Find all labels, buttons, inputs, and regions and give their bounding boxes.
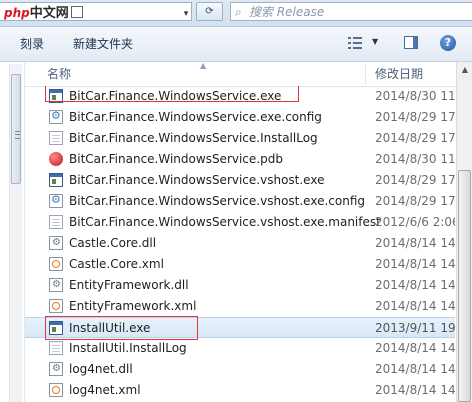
- file-date-modified: 2014/8/29 17: [375, 173, 455, 187]
- navigation-scroll-thumb[interactable]: [11, 74, 21, 184]
- file-date-modified: 2014/8/14 14: [375, 341, 455, 355]
- file-name: InstallUtil.InstallLog: [69, 341, 187, 355]
- config-icon: [49, 109, 63, 124]
- file-date-modified: 2014/8/14 14: [375, 362, 455, 376]
- file-row[interactable]: log4net.xml 2014/8/14 14: [25, 380, 455, 401]
- preview-pane-icon[interactable]: [404, 36, 418, 49]
- search-input[interactable]: ⌕ 搜索 Release: [230, 2, 472, 21]
- dll-icon: [49, 278, 63, 292]
- exe-icon: [49, 173, 63, 187]
- view-options-icon[interactable]: [348, 36, 362, 50]
- address-field[interactable]: php中文网 ▾: [0, 2, 192, 21]
- scroll-thumb[interactable]: [458, 170, 471, 402]
- file-row[interactable]: BitCar.Finance.WindowsService.vshost.exe…: [25, 170, 455, 191]
- file-date-modified: 2014/8/30 11: [375, 89, 455, 103]
- help-icon[interactable]: ?: [440, 35, 456, 51]
- dll-icon: [49, 236, 63, 250]
- file-list: BitCar.Finance.WindowsService.exe 2014/8/…: [25, 86, 455, 402]
- file-name: Castle.Core.dll: [69, 236, 157, 250]
- file-row[interactable]: Castle.Core.dll 2014/8/14 14: [25, 233, 455, 254]
- file-row[interactable]: BitCar.Finance.WindowsService.exe.config…: [25, 107, 455, 128]
- file-name: log4net.xml: [69, 383, 141, 397]
- file-row[interactable]: EntityFramework.xml 2014/8/14 14: [25, 296, 455, 317]
- file-name: BitCar.Finance.WindowsService.exe.config: [69, 110, 322, 124]
- file-row[interactable]: InstallUtil.InstallLog 2014/8/14 14: [25, 338, 455, 359]
- folder-icon: [70, 6, 83, 18]
- column-date-modified[interactable]: 修改日期: [375, 66, 423, 82]
- dll-icon: [49, 362, 63, 376]
- file-date-modified: 2013/9/11 19: [375, 321, 455, 335]
- column-header: ▲ 名称 修改日期: [25, 61, 456, 87]
- refresh-button[interactable]: ⟳: [196, 2, 223, 21]
- file-row[interactable]: BitCar.Finance.WindowsService.vshost.exe…: [25, 212, 455, 233]
- file-row[interactable]: BitCar.Finance.WindowsService.InstallLog…: [25, 128, 455, 149]
- file-date-modified: 2014/8/29 17: [375, 110, 455, 124]
- file-row[interactable]: log4net.dll 2014/8/14 14: [25, 359, 455, 380]
- file-date-modified: 2014/8/29 17: [375, 194, 455, 208]
- file-name: EntityFramework.dll: [69, 278, 189, 292]
- file-name: log4net.dll: [69, 362, 133, 376]
- document-icon: [49, 215, 63, 229]
- file-date-modified: 2014/8/30 11: [375, 152, 455, 166]
- file-row[interactable]: BitCar.Finance.WindowsService.pdb 2014/8/…: [25, 149, 455, 170]
- file-name: InstallUtil.exe: [69, 321, 151, 335]
- file-date-modified: 2014/8/14 14: [375, 278, 455, 292]
- file-name: BitCar.Finance.WindowsService.pdb: [69, 152, 283, 166]
- file-list-scrollbar[interactable]: ▲: [456, 62, 472, 402]
- file-row[interactable]: EntityFramework.dll 2014/8/14 14: [25, 275, 455, 296]
- chevron-down-icon[interactable]: ▼: [372, 37, 378, 46]
- document-icon: [49, 131, 63, 145]
- exe-icon: [49, 89, 63, 103]
- refresh-icon: ⟳: [205, 6, 214, 17]
- grip-icon: [15, 131, 20, 139]
- file-date-modified: 2014/8/29 17: [375, 131, 455, 145]
- xml-icon: [49, 257, 63, 271]
- file-date-modified: 2014/8/14 14: [375, 383, 455, 397]
- file-name: BitCar.Finance.WindowsService.InstallLog: [69, 131, 318, 145]
- config-icon: [49, 193, 63, 208]
- chevron-down-icon[interactable]: ▾: [181, 6, 191, 22]
- xml-icon: [49, 383, 63, 397]
- file-date-modified: 2014/8/14 14: [375, 236, 455, 250]
- exe-icon: [49, 321, 63, 335]
- new-folder-button[interactable]: 新建文件夹: [73, 36, 133, 52]
- file-date-modified: 2014/8/14 14: [375, 299, 455, 313]
- address-bar: php中文网 ▾ ⟳ ⌕ 搜索 Release: [0, 0, 472, 27]
- site-logo: php中文网: [4, 4, 83, 23]
- sort-ascending-icon: ▲: [200, 61, 207, 70]
- scroll-up-icon[interactable]: ▲: [457, 62, 472, 78]
- burn-button[interactable]: 刻录: [20, 36, 44, 52]
- file-name: Castle.Core.xml: [69, 257, 164, 271]
- file-row[interactable]: BitCar.Finance.WindowsService.vshost.exe…: [25, 191, 455, 212]
- file-name: BitCar.Finance.WindowsService.exe: [69, 89, 282, 103]
- command-bar: 刻录 新建文件夹 ▼ ?: [0, 27, 472, 62]
- file-date-modified: 2012/6/6 2:06: [375, 215, 455, 229]
- file-row[interactable]: Castle.Core.xml 2014/8/14 14: [25, 254, 455, 275]
- file-name: EntityFramework.xml: [69, 299, 197, 313]
- navigation-scrollbar[interactable]: [9, 64, 22, 402]
- file-name: BitCar.Finance.WindowsService.vshost.exe…: [69, 194, 365, 208]
- column-name[interactable]: 名称: [47, 66, 71, 82]
- search-icon: ⌕: [235, 5, 242, 19]
- file-name: BitCar.Finance.WindowsService.vshost.exe…: [69, 215, 381, 229]
- file-date-modified: 2014/8/14 14: [375, 257, 455, 271]
- column-divider[interactable]: [365, 64, 366, 84]
- xml-icon: [49, 299, 63, 313]
- document-icon: [49, 341, 63, 355]
- file-name: BitCar.Finance.WindowsService.vshost.exe: [69, 173, 325, 187]
- search-placeholder: 搜索 Release: [249, 5, 325, 19]
- file-row[interactable]: BitCar.Finance.WindowsService.exe 2014/8/…: [25, 86, 455, 107]
- file-row[interactable]: InstallUtil.exe 2013/9/11 19: [25, 317, 455, 338]
- pdb-icon: [49, 152, 63, 166]
